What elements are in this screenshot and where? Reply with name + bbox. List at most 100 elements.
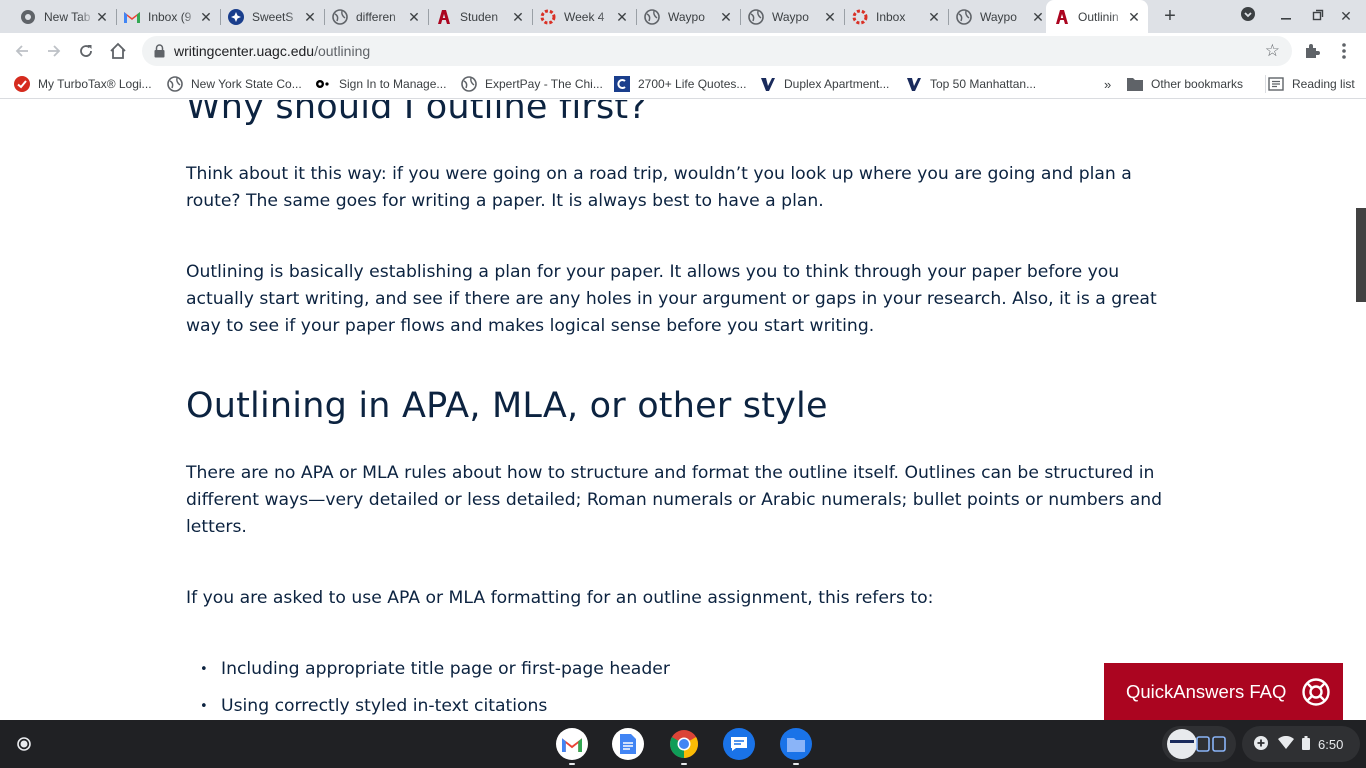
status-area[interactable]: 6:50 [1242,726,1360,762]
reading-list-label: Reading list [1292,77,1355,91]
tab-waypoint-3[interactable]: Waypo ✕ [948,4,1052,29]
restore-icon[interactable] [1307,6,1329,26]
tab-title: New Tab [44,9,91,24]
bookmark-label: My TurboTax® Logi... [38,77,152,91]
bookmark-turbotax[interactable]: My TurboTax® Logi... [14,75,152,93]
list-item: Including appropriate title page or firs… [186,656,1176,683]
globe-icon [956,8,972,25]
bookmark-sign-in[interactable]: Sign In to Manage... [315,75,446,93]
lifering-icon [852,9,868,25]
tab-new-tab[interactable]: New Tab ✕ [12,4,117,29]
bookmark-manhattan[interactable]: Top 50 Manhattan... [906,75,1036,93]
tab-title: differen [356,9,396,24]
paragraph-asked-apa: If you are asked to use APA or MLA forma… [186,588,934,608]
reload-button[interactable] [74,39,98,63]
scrollbar-thumb[interactable] [1356,208,1366,302]
extensions-icon[interactable] [1300,39,1324,63]
heading-apa-mla: Outlining in APA, MLA, or other style [186,386,828,426]
new-tab-button[interactable]: + [1158,5,1182,27]
close-icon[interactable]: ✕ [614,9,630,25]
docs-icon[interactable] [612,728,644,760]
wifi-icon [1278,735,1294,752]
url-text: writingcenter.uagc.edu/outlining [174,43,370,59]
files-icon[interactable] [780,728,812,765]
bookmark-label: Top 50 Manhattan... [930,77,1037,91]
bookmark-label: Sign In to Manage... [339,77,447,91]
url-host: writingcenter.uagc.edu [174,43,315,59]
menu-kebab-icon[interactable] [1332,39,1356,63]
globe-icon [461,76,477,92]
tab-title: Inbox [876,9,906,24]
bookmark-label: ExpertPay - The Chi... [485,77,603,91]
uagc-icon [436,9,452,25]
tab-strip: New Tab ✕ Inbox (9 ✕ SweetS ✕ differen ✕… [0,0,1366,33]
bookmark-expertpay[interactable]: ExpertPay - The Chi... [461,75,603,93]
browser-toolbar: writingcenter.uagc.edu/outlining ☆ [0,33,1366,69]
globe-icon [332,8,348,25]
close-window-icon[interactable]: ✕ [1335,6,1357,26]
home-button[interactable] [106,39,130,63]
heading-why-outline: Why should I outline first? [186,100,648,127]
tab-student[interactable]: Studen ✕ [428,4,533,29]
back-button[interactable] [10,39,34,63]
bookmark-nys[interactable]: New York State Co... [167,75,302,93]
url-path: /outlining [314,43,371,59]
other-bookmarks[interactable]: Other bookmarks [1127,75,1243,93]
tab-outlining-active[interactable]: Outlinin ✕ [1046,0,1148,33]
close-icon[interactable]: ✕ [94,9,110,25]
globe-icon [167,76,183,92]
reading-list[interactable]: Reading list [1265,75,1355,93]
tab-title: SweetS [252,9,294,24]
bookmark-label: Duplex Apartment... [784,77,890,91]
close-icon[interactable]: ✕ [510,9,526,25]
tab-search-icon[interactable] [1237,6,1259,26]
sweet-icon [228,8,244,25]
messages-icon[interactable] [723,728,755,760]
chrome-icon [20,9,36,25]
v-logo-icon [760,76,776,92]
paragraph-road-trip: Think about it this way: if you were goi… [186,164,1132,211]
launcher-button[interactable] [8,728,40,760]
paragraph-no-rules: There are no APA or MLA rules about how … [186,463,1163,537]
close-icon[interactable]: ✕ [926,9,942,25]
close-icon[interactable]: ✕ [718,9,734,25]
globe-icon [748,8,764,25]
close-icon[interactable]: ✕ [1126,9,1142,25]
tab-week4[interactable]: Week 4 ✕ [532,4,637,29]
bookmark-star-icon[interactable]: ☆ [1265,42,1280,59]
clock: 6:50 [1318,736,1344,752]
tab-sweets[interactable]: SweetS ✕ [220,4,325,29]
close-icon[interactable]: ✕ [198,9,214,25]
tab-title: Inbox (9 [148,9,192,24]
tab-different[interactable]: differen ✕ [324,4,429,29]
close-icon[interactable]: ✕ [302,9,318,25]
minimize-icon[interactable] [1275,6,1297,26]
bookmarks-overflow-button[interactable]: » [1104,75,1111,93]
folder-icon [1127,76,1143,92]
bookmark-duplex[interactable]: Duplex Apartment... [760,75,889,93]
close-icon[interactable]: ✕ [822,9,838,25]
chrome-icon[interactable] [668,728,700,765]
battery-icon [1302,735,1310,753]
tab-inbox-2[interactable]: Inbox ✕ [844,4,949,29]
tab-inbox[interactable]: Inbox (9 ✕ [116,4,221,29]
os-shelf: 6:50 [0,720,1366,768]
address-bar[interactable]: writingcenter.uagc.edu/outlining ☆ [142,36,1292,66]
close-icon[interactable]: ✕ [1030,9,1046,25]
forward-button[interactable] [42,39,66,63]
faq-label: QuickAnswers FAQ [1126,680,1287,702]
gmail-icon[interactable] [556,728,588,765]
list-item: Using correctly styled in-text citations [186,693,1176,720]
tab-waypoint-1[interactable]: Waypo ✕ [636,4,741,29]
lifering-icon [540,9,556,25]
quickanswers-faq-button[interactable]: QuickAnswers FAQ [1104,663,1343,720]
tab-title: Waypo [980,9,1017,24]
bookmark-life-quotes[interactable]: 2700+ Life Quotes... [614,75,746,93]
holding-space-tray[interactable] [1162,726,1236,762]
tab-title: Week 4 [564,9,605,24]
gmail-icon [124,9,140,25]
page-scrollbar[interactable] [1356,100,1366,720]
close-icon[interactable]: ✕ [406,9,422,25]
tab-waypoint-2[interactable]: Waypo ✕ [740,4,845,29]
lifering-icon [1301,677,1331,707]
